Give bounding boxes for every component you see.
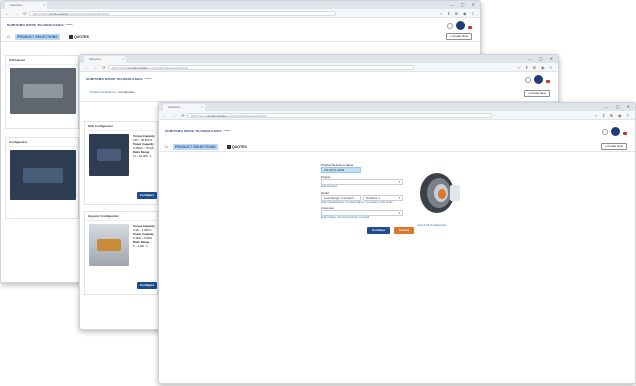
project-select[interactable]: ▾ [321,179,403,185]
app-header: SUMITOMO DRIVE TECHNOLOGIES [159,120,635,142]
close-tab-icon[interactable]: × [122,56,124,63]
browser-extension-icons[interactable]: ☆ ⫴ ⊞ ◉ ≡ [439,9,476,18]
selection-name-input[interactable]: CS-SS71-1863 [321,167,361,173]
home-icon[interactable]: ⌂ [7,34,10,40]
customer-help-link[interactable]: Enter Name, Account Number or Email [321,215,403,220]
spec-list: Torque Capacity 4.49 ~ 1,048 N Power Cap… [133,224,155,248]
browser-extension-icons[interactable]: ☆ ⫴ ⊞ ◉ ≡ [594,111,631,120]
new-selection-form: Product Selection Name CS-SS71-1863 Proj… [321,161,414,234]
logo-swoosh-icon [222,130,231,132]
view-configurator-link[interactable]: View Full Configurator [417,223,446,227]
app-nav: ⌂ PRODUCT SELECTIONS QUOTES + Create New [159,142,635,152]
browser-tab[interactable]: Selection × [84,56,126,63]
address-bar[interactable]: https://www.sumitomodrive.com/ptc/produc… [29,11,336,16]
gearbox-product-image [420,173,460,213]
address-bar[interactable]: https://www.sumitomodrive.com/ptc/produc… [187,113,492,118]
language-flag-icon[interactable] [468,26,472,29]
tab-quotes[interactable]: QUOTES [69,34,89,40]
detail-select-1[interactable]: Low Range / Constant [321,194,361,201]
help-icon[interactable] [447,22,453,29]
configure-button[interactable]: Configure [137,192,158,199]
logo-swoosh-icon [64,24,73,26]
quotes-icon [227,144,231,149]
breadcrumb-bar: Product Selections > Configurator + Crea… [80,86,558,102]
window-controls[interactable]: — ▢ ✕ [605,103,633,111]
product-image [89,224,129,266]
product-image [10,150,76,200]
address-bar[interactable]: https://www.sumitomodrive.com/ptc/produc… [108,65,414,70]
close-tab-icon[interactable]: × [43,2,45,9]
home-icon[interactable]: ⌂ [165,144,168,150]
language-flag-icon[interactable] [546,80,550,83]
tab-quotes[interactable]: QUOTES [227,144,247,150]
window-controls[interactable]: — ▢ ✕ [450,1,478,9]
product-image [10,68,76,114]
brand-logo[interactable]: SUMITOMO DRIVE TECHNOLOGIES [7,23,73,27]
browser-window-new-selection: Selection × — ▢ ✕ ← → ⟳ ⌂ https://www.sum… [158,102,636,384]
language-flag-icon[interactable] [623,132,627,135]
panel-title: U30 Hexset [6,56,78,65]
chevron-down-icon: ▾ [398,180,400,184]
tab-product-selections[interactable]: PRODUCT SELECTIONS [15,34,60,40]
help-icon[interactable] [602,128,608,135]
detail-select-2[interactable]: Gearbox 1 ▾ [363,194,403,201]
logo-swoosh-icon [143,78,152,80]
user-avatar[interactable] [534,75,543,84]
tab-title: Selection [10,3,23,7]
detail-help-link[interactable]: Enter Detail Name / Contact Name / Compa… [321,200,403,205]
screenshot-collage: Selection × — ▢ ✕ ← → ⟳ ⌂ https://www.sum… [0,0,636,386]
product-image [89,134,129,176]
create-new-button[interactable]: + Create New [445,33,472,40]
window-controls[interactable]: — ▢ ✕ [528,55,556,63]
customer-select[interactable]: ▾ [321,210,403,216]
brand-logo[interactable]: SUMITOMO DRIVE TECHNOLOGIES [165,129,231,133]
chevron-down-icon: ▾ [398,211,400,215]
close-tab-icon[interactable]: × [201,104,203,111]
product-panel-1[interactable]: U30 Hexset [5,55,79,129]
browser-toolbar: ← → ⟳ ⌂ https://www.sumitomodrive.com/pt… [1,9,480,18]
breadcrumb-root-link[interactable]: Product Selections [90,90,115,94]
enter-project-link[interactable]: Enter Project [321,184,403,189]
panel-title: Configurator [6,138,78,147]
tab-bar: Selection × — ▢ ✕ [1,1,480,9]
quotes-icon [69,34,73,39]
configure-button[interactable]: Configure [137,282,158,289]
cancel-button[interactable]: Cancel [394,226,414,234]
tab-product-selections[interactable]: PRODUCT SELECTIONS [173,144,218,150]
help-icon[interactable] [525,76,531,83]
continue-button[interactable]: Continue [367,226,390,234]
brand-logo[interactable]: SUMITOMO DRIVE TECHNOLOGIES [86,77,152,81]
spec-list: Torque Capacity 135 ~ 38,600 N Power Cap… [133,134,155,158]
browser-tab[interactable]: Selection × [163,104,205,111]
tab-title: Selection [168,105,181,109]
tab-bar: Selection × — ▢ ✕ [80,55,558,63]
configurator-card-hyponic: Hyponic Configurator Torque Capacity 4.4… [84,211,158,295]
chevron-down-icon: ▾ [398,195,400,200]
card-title: SSS Configurator [85,122,157,131]
browser-toolbar: ← → ⟳ ⌂ https://www.sumitomodrive.com/pt… [80,63,558,72]
breadcrumb-current: Configurator [118,90,135,94]
configurator-card-sss: SSS Configurator Torque Capacity 135 ~ 3… [84,121,158,205]
browser-toolbar: ← → ⟳ ⌂ https://www.sumitomodrive.com/pt… [159,111,635,120]
user-avatar[interactable] [456,21,465,30]
tab-title: Selection [89,57,102,61]
breadcrumb: Product Selections > Configurator [90,89,135,95]
user-avatar[interactable] [611,127,620,136]
app-header: SUMITOMO DRIVE TECHNOLOGIES [1,18,480,32]
app-nav: ⌂ PRODUCT SELECTIONS QUOTES + Create New [1,32,480,42]
app-header: SUMITOMO DRIVE TECHNOLOGIES [80,72,558,86]
card-title: Hyponic Configurator [85,212,157,221]
browser-extension-icons[interactable]: ☆ ⫴ ⊞ ◉ ≡ [517,63,554,72]
browser-tab[interactable]: Selection × [5,2,47,9]
product-panel-2[interactable]: Configurator [5,137,79,219]
tab-bar: Selection × — ▢ ✕ [159,103,635,111]
create-new-button[interactable]: + Create New [523,90,550,97]
create-new-button[interactable]: + Create New [600,143,627,150]
